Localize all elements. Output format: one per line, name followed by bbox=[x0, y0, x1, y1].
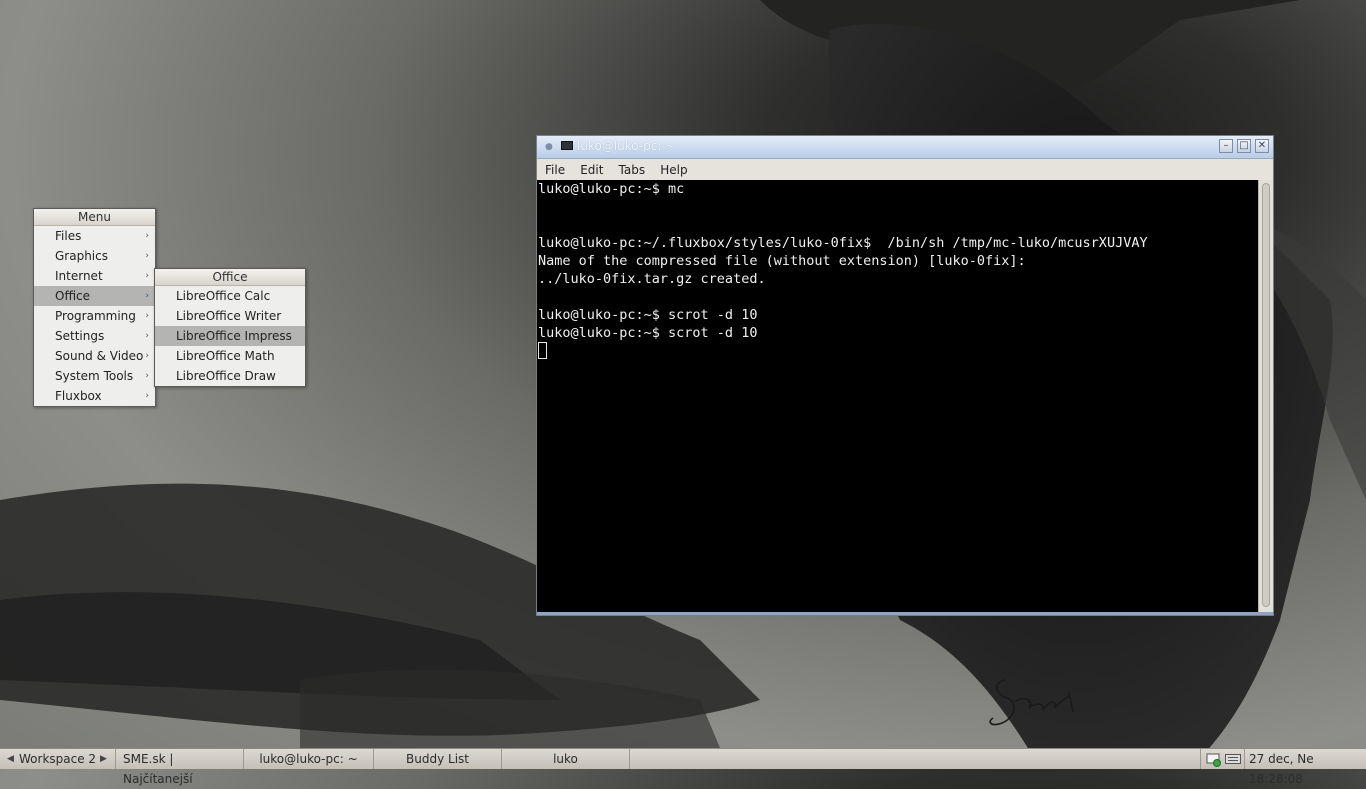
window-menu-icon[interactable]: ● bbox=[545, 142, 553, 152]
menu-item-libreoffice-calc[interactable]: LibreOffice Calc bbox=[155, 286, 305, 306]
office-submenu: Office LibreOffice Calc LibreOffice Writ… bbox=[154, 268, 306, 387]
menu-item-settings[interactable]: Settings › bbox=[34, 326, 155, 346]
clock[interactable]: 27 dec, Ne 18:28:08 bbox=[1244, 749, 1366, 786]
menu-item-label: System Tools bbox=[55, 369, 134, 383]
submenu-arrow-icon: › bbox=[145, 331, 149, 341]
menu-edit[interactable]: Edit bbox=[578, 160, 605, 181]
terminal-output[interactable]: luko@luko-pc:~$ mc luko@luko-pc:~/.fluxb… bbox=[537, 180, 1259, 614]
terminal-line: Name of the compressed file (without ext… bbox=[538, 253, 1026, 269]
submenu-arrow-icon: › bbox=[145, 251, 149, 261]
next-workspace-icon[interactable]: ▶ bbox=[100, 749, 107, 769]
artist-signature bbox=[989, 679, 1074, 726]
system-tray bbox=[1200, 749, 1244, 769]
menu-item-graphics[interactable]: Graphics › bbox=[34, 246, 155, 266]
menu-item-office[interactable]: Office › bbox=[34, 286, 155, 306]
submenu-arrow-icon: › bbox=[145, 391, 149, 401]
menu-item-libreoffice-writer[interactable]: LibreOffice Writer bbox=[155, 306, 305, 326]
workspace-switcher: ◀ Workspace 2 ▶ bbox=[0, 749, 116, 769]
terminal-window[interactable]: ● luko@luko-pc: ~ – □ ✕ File Edit Tabs H… bbox=[536, 135, 1274, 616]
office-submenu-title: Office bbox=[155, 269, 305, 286]
terminal-line: luko@luko-pc:~$ mc bbox=[538, 181, 685, 197]
terminal-menubar: File Edit Tabs Help bbox=[537, 159, 1273, 181]
menu-item-label: Fluxbox bbox=[55, 389, 102, 403]
menu-item-sound-video[interactable]: Sound & Video › bbox=[34, 346, 155, 366]
task-sme[interactable]: SME.sk | Najčítanejší bbox=[116, 749, 244, 786]
terminal-line: luko@luko-pc:~/.fluxbox/styles/luko-0fix… bbox=[538, 235, 1148, 251]
menu-item-files[interactable]: Files › bbox=[34, 226, 155, 246]
menu-item-system-tools[interactable]: System Tools › bbox=[34, 366, 155, 386]
scrollbar-thumb[interactable] bbox=[1262, 183, 1270, 607]
menu-item-programming[interactable]: Programming › bbox=[34, 306, 155, 326]
pidgin-status-icon[interactable] bbox=[1206, 753, 1222, 767]
close-button[interactable]: ✕ bbox=[1255, 139, 1269, 153]
menu-tabs[interactable]: Tabs bbox=[617, 160, 648, 181]
menu-item-label: Files bbox=[55, 229, 82, 243]
submenu-arrow-icon: › bbox=[145, 311, 149, 321]
menu-help[interactable]: Help bbox=[658, 160, 689, 181]
menu-item-label: Office bbox=[55, 289, 91, 303]
menu-item-label: Sound & Video bbox=[55, 349, 144, 363]
prev-workspace-icon[interactable]: ◀ bbox=[7, 749, 14, 769]
submenu-arrow-icon: › bbox=[145, 231, 149, 241]
task-terminal[interactable]: luko@luko-pc: ~ bbox=[244, 749, 374, 769]
minimize-button[interactable]: – bbox=[1219, 139, 1233, 153]
submenu-arrow-icon: › bbox=[145, 371, 149, 381]
menu-item-label: Programming bbox=[55, 309, 136, 323]
root-menu-title: Menu bbox=[34, 209, 155, 226]
submenu-arrow-icon: › bbox=[145, 351, 149, 361]
submenu-arrow-icon: › bbox=[145, 291, 149, 301]
task-luko[interactable]: luko bbox=[502, 749, 630, 769]
menu-item-label: Graphics bbox=[55, 249, 108, 263]
root-menu: Menu Files › Graphics › Internet › Offic… bbox=[33, 208, 156, 407]
task-buddy-list[interactable]: Buddy List bbox=[374, 749, 502, 769]
menu-file[interactable]: File bbox=[543, 160, 567, 181]
terminal-line: ../luko-0fix.tar.gz created. bbox=[538, 271, 766, 287]
workspace-name: Workspace 2 bbox=[19, 752, 97, 766]
window-bottom-border bbox=[537, 612, 1273, 615]
menu-item-libreoffice-math[interactable]: LibreOffice Math bbox=[155, 346, 305, 366]
terminal-line: luko@luko-pc:~$ scrot -d 10 bbox=[538, 325, 758, 341]
maximize-button[interactable]: □ bbox=[1237, 139, 1251, 153]
window-title: luko@luko-pc: ~ bbox=[577, 139, 676, 153]
terminal-line: luko@luko-pc:~$ scrot -d 10 bbox=[538, 307, 758, 323]
menu-item-fluxbox[interactable]: Fluxbox › bbox=[34, 386, 155, 406]
menu-item-internet[interactable]: Internet › bbox=[34, 266, 155, 286]
terminal-scrollbar[interactable] bbox=[1258, 180, 1273, 614]
terminal-icon bbox=[561, 141, 573, 150]
menu-item-libreoffice-draw[interactable]: LibreOffice Draw bbox=[155, 366, 305, 386]
menu-item-label: Settings bbox=[55, 329, 105, 343]
taskbar: ◀ Workspace 2 ▶ SME.sk | Najčítanejší lu… bbox=[0, 748, 1366, 786]
menu-item-libreoffice-impress[interactable]: LibreOffice Impress bbox=[155, 326, 305, 346]
menu-item-label: Internet bbox=[55, 269, 103, 283]
submenu-arrow-icon: › bbox=[145, 271, 149, 281]
window-titlebar[interactable]: ● luko@luko-pc: ~ – □ ✕ bbox=[537, 136, 1273, 159]
keyboard-icon[interactable] bbox=[1225, 753, 1241, 765]
terminal-cursor bbox=[538, 342, 547, 359]
